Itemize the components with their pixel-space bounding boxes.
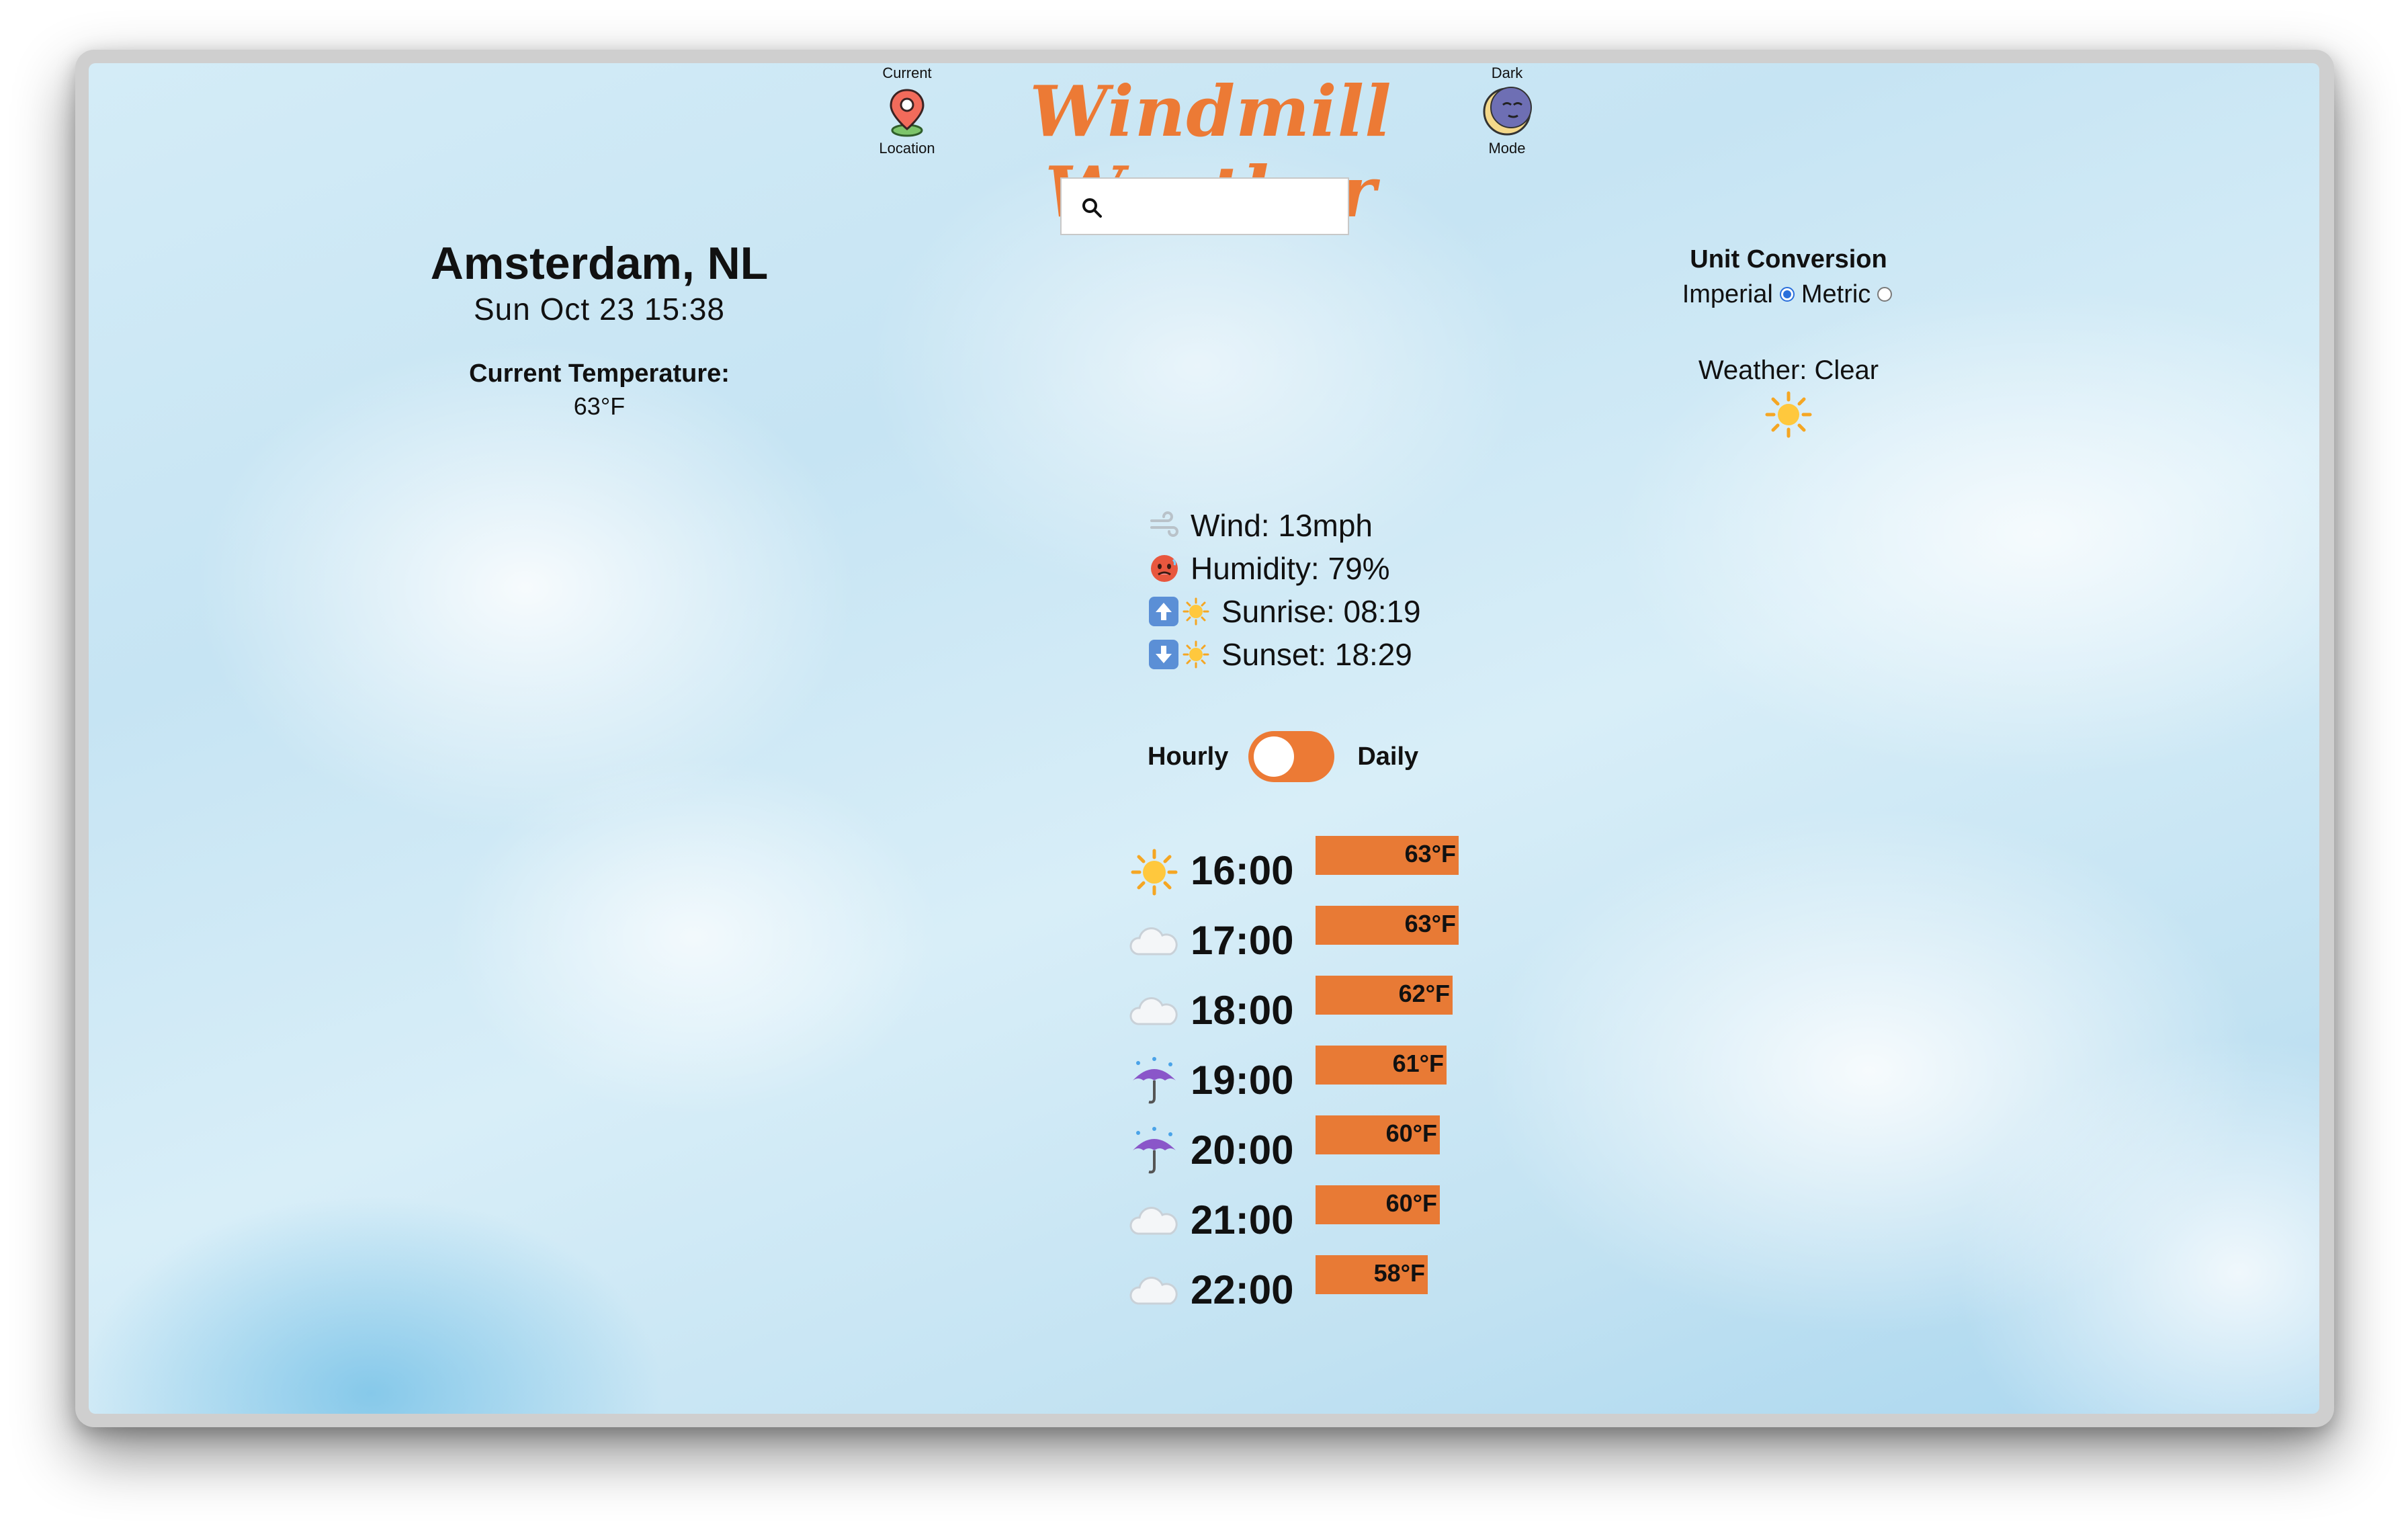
- forecast-row: 16:00 63°F: [1129, 835, 1532, 904]
- cloud-icon: [1129, 1266, 1180, 1317]
- forecast-temp-bar: 60°F: [1316, 1115, 1440, 1154]
- humidity-row: Humidity: 79%: [1148, 547, 1551, 590]
- imperial-label: Imperial: [1682, 280, 1773, 308]
- hot-face-icon: [1151, 555, 1178, 582]
- weather-condition: Weather: Clear: [1698, 355, 1879, 385]
- header: Current Location Windmill Weather Dark: [89, 63, 2319, 232]
- forecast-temp-bar: 61°F: [1316, 1046, 1447, 1085]
- forecast-time: 19:00: [1191, 1058, 1294, 1103]
- forecast-temp: 63°F: [1404, 840, 1456, 867]
- forecast-temp-bar: 60°F: [1316, 1185, 1440, 1224]
- forecast-temp-bar: 63°F: [1316, 906, 1459, 945]
- forecast-temp-bar: 63°F: [1316, 836, 1459, 875]
- dark-mode-top-label: Dark: [1491, 65, 1523, 81]
- forecast-row: 17:00 63°F: [1129, 904, 1532, 974]
- sunset-text: Sunset: 18:29: [1221, 637, 1412, 672]
- moon-icon: [1480, 85, 1534, 138]
- metric-label: Metric: [1801, 280, 1871, 308]
- wind-row: Wind: 13mph: [1148, 504, 1551, 547]
- imperial-radio[interactable]: [1779, 287, 1795, 302]
- sunset-icon: [1149, 640, 1209, 669]
- forecast-temp: 61°F: [1392, 1050, 1444, 1077]
- unit-conversion-options: Imperial Metric: [1614, 275, 1963, 313]
- city-datetime: Sun Oct 23 15:38: [473, 292, 726, 327]
- unit-weather-panel: Unit Conversion Imperial Metric Weather:…: [1614, 243, 1963, 438]
- hourly-daily-toggle: Hourly Daily: [1148, 730, 1443, 783]
- forecast-temp-bar: 58°F: [1316, 1255, 1428, 1294]
- map-pin-icon: [880, 85, 934, 138]
- sun-icon: [1129, 847, 1180, 898]
- umbrella-rain-icon: [1129, 1056, 1180, 1107]
- search-box[interactable]: [1060, 177, 1349, 235]
- wind-text: Wind: 13mph: [1191, 508, 1373, 543]
- city-name: Amsterdam, NL: [430, 238, 769, 289]
- forecast-temp: 60°F: [1385, 1189, 1437, 1217]
- dark-mode-bottom-label: Mode: [1488, 140, 1526, 157]
- forecast-row: 22:00 58°F: [1129, 1254, 1532, 1324]
- forecast-time: 17:00: [1191, 918, 1294, 963]
- umbrella-rain-icon: [1129, 1126, 1180, 1177]
- forecast-temp-bar: 62°F: [1316, 976, 1453, 1015]
- forecast-temp: 58°F: [1373, 1259, 1425, 1287]
- cloud-icon: [1129, 1196, 1180, 1247]
- weather-details: Wind: 13mph Humidity: 79% Sunrise: 08:19…: [1148, 504, 1551, 676]
- forecast-row: 21:00 60°F: [1129, 1184, 1532, 1254]
- sunset-row: Sunset: 18:29: [1148, 633, 1551, 676]
- forecast-temp: 62°F: [1398, 980, 1450, 1007]
- current-temperature-label: Current Temperature:: [469, 359, 730, 388]
- humidity-text: Humidity: 79%: [1191, 551, 1390, 586]
- forecast-time: 21:00: [1191, 1197, 1294, 1242]
- hourly-label: Hourly: [1148, 742, 1229, 771]
- current-temperature-value: 63°F: [573, 392, 626, 420]
- search-input[interactable]: [1115, 185, 1340, 228]
- forecast-time: 20:00: [1191, 1128, 1294, 1173]
- switch-knob: [1254, 736, 1295, 777]
- forecast-mode-switch[interactable]: [1248, 731, 1335, 782]
- forecast-time: 18:00: [1191, 988, 1294, 1033]
- current-location-bottom-label: Location: [879, 140, 935, 157]
- wind-icon: [1150, 511, 1178, 537]
- unit-conversion-title: Unit Conversion: [1690, 245, 1887, 273]
- forecast-row: 20:00 60°F: [1129, 1114, 1532, 1184]
- cloud-icon: [1129, 917, 1180, 968]
- forecast-time: 16:00: [1191, 848, 1294, 893]
- forecast-time: 22:00: [1191, 1267, 1294, 1312]
- daily-label: Daily: [1357, 742, 1419, 771]
- sunrise-row: Sunrise: 08:19: [1148, 590, 1551, 633]
- sunrise-icon: [1149, 597, 1209, 626]
- current-location-button[interactable]: Current Location: [863, 63, 951, 164]
- sunrise-text: Sunrise: 08:19: [1221, 594, 1421, 629]
- cloud-icon: [1129, 986, 1180, 1037]
- forecast-temp: 63°F: [1404, 910, 1456, 937]
- metric-radio[interactable]: [1877, 287, 1893, 302]
- forecast-row: 19:00 61°F: [1129, 1044, 1532, 1114]
- dark-mode-button[interactable]: Dark Mode: [1463, 63, 1551, 164]
- current-location-top-label: Current: [882, 65, 932, 81]
- search-icon: [1082, 198, 1102, 218]
- sun-icon: [1765, 391, 1812, 438]
- hourly-forecast-list: 16:00 63°F 17:00 63°F 18:00 62°F 19:00 61°F 20:0…: [1129, 835, 1532, 1324]
- city-panel: Amsterdam, NL Sun Oct 23 15:38 Current T…: [378, 237, 821, 423]
- app-window: Current Location Windmill Weather Dark: [89, 63, 2319, 1414]
- forecast-row: 18:00 62°F: [1129, 974, 1532, 1044]
- forecast-temp: 60°F: [1385, 1119, 1437, 1147]
